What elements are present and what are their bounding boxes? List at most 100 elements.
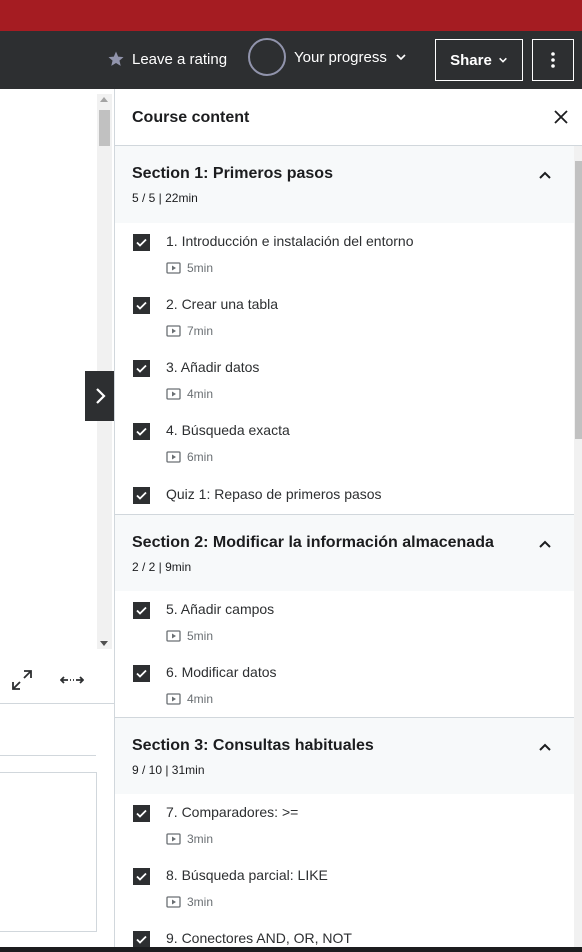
close-icon[interactable] (553, 109, 569, 125)
checkmark-icon (136, 669, 147, 678)
expand-width-icon[interactable] (60, 672, 84, 688)
share-label: Share (450, 51, 492, 69)
video-icon (166, 630, 181, 642)
video-pane (0, 89, 114, 952)
lecture-meta: 3min (166, 895, 213, 909)
completed-checkbox[interactable] (133, 234, 150, 251)
leave-rating-button[interactable]: Leave a rating (107, 50, 227, 68)
section-title: Section 3: Consultas habituales (132, 737, 374, 754)
lecture-duration: 5min (187, 261, 214, 275)
lecture-duration: 4min (187, 387, 214, 401)
lecture-item[interactable]: 5. Añadir campos 5min (115, 591, 574, 654)
collapse-sidebar-button[interactable] (85, 371, 114, 421)
lecture-item[interactable]: 3. Añadir datos 4min (115, 349, 574, 412)
more-vertical-icon (551, 52, 555, 68)
section-header[interactable]: Section 1: Primeros pasos 5 / 5 | 22min (115, 146, 574, 223)
sidebar-scrollbar[interactable] (574, 146, 582, 947)
share-button[interactable]: Share (435, 39, 523, 81)
divider (0, 703, 114, 704)
course-header: Leave a rating Your progress Share (0, 31, 582, 89)
bottom-bar (0, 947, 582, 952)
lecture-title: 1. Introducción e instalación del entorn… (166, 233, 414, 249)
completed-checkbox[interactable] (133, 868, 150, 885)
section-meta: 2 / 2 | 9min (132, 560, 192, 574)
top-brand-strip (0, 0, 582, 31)
section-header[interactable]: Section 2: Modificar la información alma… (115, 514, 574, 591)
lecture-meta: 3min (166, 832, 213, 846)
chevron-up-icon[interactable] (538, 740, 552, 754)
checkmark-icon (136, 935, 147, 944)
scroll-up-arrow-icon[interactable] (100, 97, 108, 102)
lecture-duration: 3min (187, 832, 214, 846)
section-meta: 9 / 10 | 31min (132, 763, 205, 777)
lecture-item[interactable]: 2. Crear una tabla 7min (115, 286, 574, 349)
lecture-item[interactable]: 6. Modificar datos 4min (115, 654, 574, 717)
chevron-down-icon (396, 54, 406, 61)
completed-checkbox[interactable] (133, 602, 150, 619)
chevron-up-icon[interactable] (538, 168, 552, 182)
completed-checkbox[interactable] (133, 423, 150, 440)
completed-checkbox[interactable] (133, 360, 150, 377)
lecture-item[interactable]: 1. Introducción e instalación del entorn… (115, 223, 574, 286)
scrollbar-thumb[interactable] (575, 161, 582, 439)
course-content-sidebar: Course content Section 1: Primeros pasos… (114, 89, 582, 947)
lecture-duration: 7min (187, 324, 214, 338)
completed-checkbox[interactable] (133, 487, 150, 504)
lecture-duration: 5min (187, 629, 214, 643)
checkmark-icon (136, 301, 147, 310)
video-icon (166, 262, 181, 274)
video-icon (166, 451, 181, 463)
lecture-meta: 7min (166, 324, 213, 338)
checkmark-icon (136, 491, 147, 500)
quiz-item[interactable]: Quiz 1: Repaso de primeros pasos (115, 476, 574, 514)
lecture-item[interactable]: 4. Búsqueda exacta 6min (115, 412, 574, 475)
lecture-duration: 3min (187, 895, 214, 909)
video-icon (166, 388, 181, 400)
section-title: Section 2: Modificar la información alma… (132, 534, 494, 551)
scrollbar-thumb[interactable] (99, 110, 110, 146)
checkmark-icon (136, 606, 147, 615)
checkmark-icon (136, 427, 147, 436)
more-options-button[interactable] (532, 39, 574, 81)
content-box (0, 772, 97, 932)
checkmark-icon (136, 238, 147, 247)
chevron-right-icon (95, 388, 106, 404)
section-title: Section 1: Primeros pasos (132, 165, 333, 182)
progress-button[interactable]: Your progress (248, 38, 407, 76)
lecture-title: 7. Comparadores: >= (166, 804, 299, 820)
lecture-item[interactable]: 9. Conectores AND, OR, NOT (115, 920, 574, 947)
section-header[interactable]: Section 3: Consultas habituales 9 / 10 |… (115, 717, 574, 794)
star-icon (108, 51, 124, 66)
lecture-title: 5. Añadir campos (166, 601, 275, 617)
lecture-meta: 4min (166, 387, 213, 401)
completed-checkbox[interactable] (133, 805, 150, 822)
lecture-item[interactable]: 7. Comparadores: >= 3min (115, 794, 574, 857)
completed-checkbox[interactable] (133, 665, 150, 682)
lecture-meta: 5min (166, 261, 213, 275)
video-icon (166, 896, 181, 908)
lecture-title: 2. Crear una tabla (166, 296, 279, 312)
video-controls (0, 664, 114, 704)
chevron-up-icon[interactable] (538, 537, 552, 551)
quiz-title: Quiz 1: Repaso de primeros pasos (166, 486, 382, 502)
lecture-item[interactable]: 8. Búsqueda parcial: LIKE 3min (115, 857, 574, 920)
fullscreen-icon[interactable] (10, 668, 34, 692)
completed-checkbox[interactable] (133, 297, 150, 314)
lecture-title: 9. Conectores AND, OR, NOT (166, 930, 352, 946)
lecture-meta: 4min (166, 692, 213, 706)
lecture-duration: 6min (187, 450, 214, 464)
progress-label: Your progress (294, 48, 387, 66)
video-icon (166, 833, 181, 845)
completed-checkbox[interactable] (133, 931, 150, 947)
checkmark-icon (136, 872, 147, 881)
lecture-title: 6. Modificar datos (166, 664, 277, 680)
rating-label: Leave a rating (132, 50, 228, 68)
divider (0, 755, 96, 756)
section-meta: 5 / 5 | 22min (132, 191, 198, 205)
lecture-title: 4. Búsqueda exacta (166, 422, 290, 438)
video-icon (166, 693, 181, 705)
checkmark-icon (136, 364, 147, 373)
scroll-down-arrow-icon[interactable] (100, 641, 108, 646)
video-icon (166, 325, 181, 337)
sidebar-title: Course content (132, 109, 250, 126)
